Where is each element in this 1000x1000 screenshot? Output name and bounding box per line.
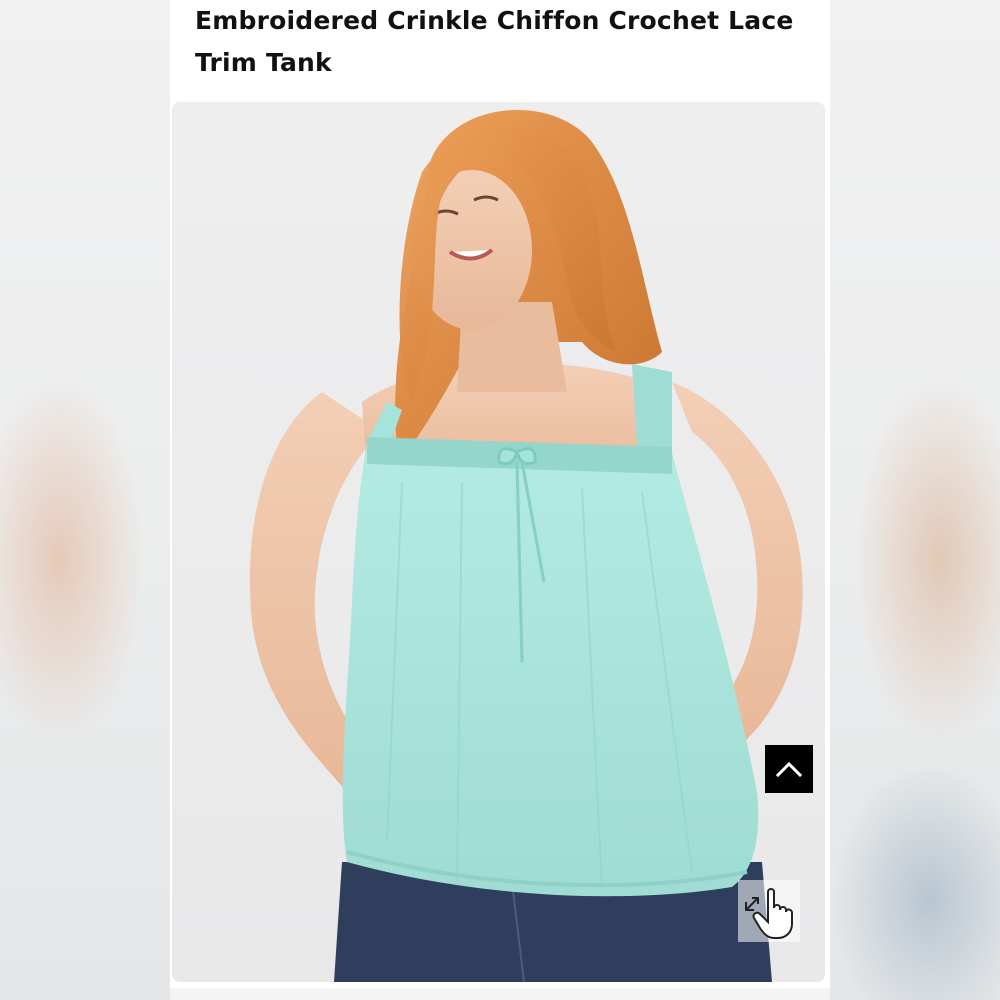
scroll-to-top-button[interactable] [765,745,813,793]
product-image-gallery[interactable] [172,102,825,982]
product-title: Embroidered Crinkle Chiffon Crochet Lace… [195,6,794,77]
chevron-up-icon [776,761,802,777]
expand-hand-icon [745,888,793,939]
product-page: Embroidered Crinkle Chiffon Crochet Lace… [170,0,830,1000]
zoom-button[interactable] [738,880,800,942]
bottom-bar [170,988,830,1000]
product-photo [249,109,803,982]
